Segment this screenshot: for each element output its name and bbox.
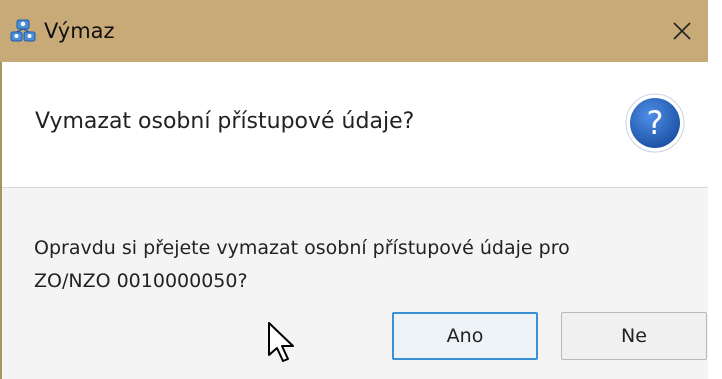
dialog-window: Výmaz Vymazat osobní přístupové údaje? ?… [0, 0, 722, 379]
close-icon [673, 22, 691, 40]
yes-button[interactable]: Ano [392, 312, 538, 360]
question-icon: ? [625, 93, 685, 153]
title-bar[interactable]: Výmaz [0, 0, 708, 62]
message-line-1: Opravdu si přejete vymazat osobní přístu… [34, 237, 570, 259]
mouse-cursor-icon [268, 322, 294, 362]
dialog-message: Opravdu si přejete vymazat osobní přístu… [34, 232, 674, 298]
dialog-header: Vymazat osobní přístupové údaje? ? [2, 62, 708, 188]
window-border-right [708, 0, 722, 379]
network-users-icon [10, 19, 36, 42]
dialog-body: Opravdu si přejete vymazat osobní přístu… [2, 188, 708, 379]
no-button[interactable]: Ne [561, 312, 707, 360]
question-glyph: ? [647, 104, 664, 142]
message-line-2: ZO/NZO 0010000050? [34, 270, 248, 292]
close-button[interactable] [656, 0, 708, 62]
header-question: Vymazat osobní přístupové údaje? [35, 109, 415, 134]
window-title: Výmaz [44, 19, 115, 43]
